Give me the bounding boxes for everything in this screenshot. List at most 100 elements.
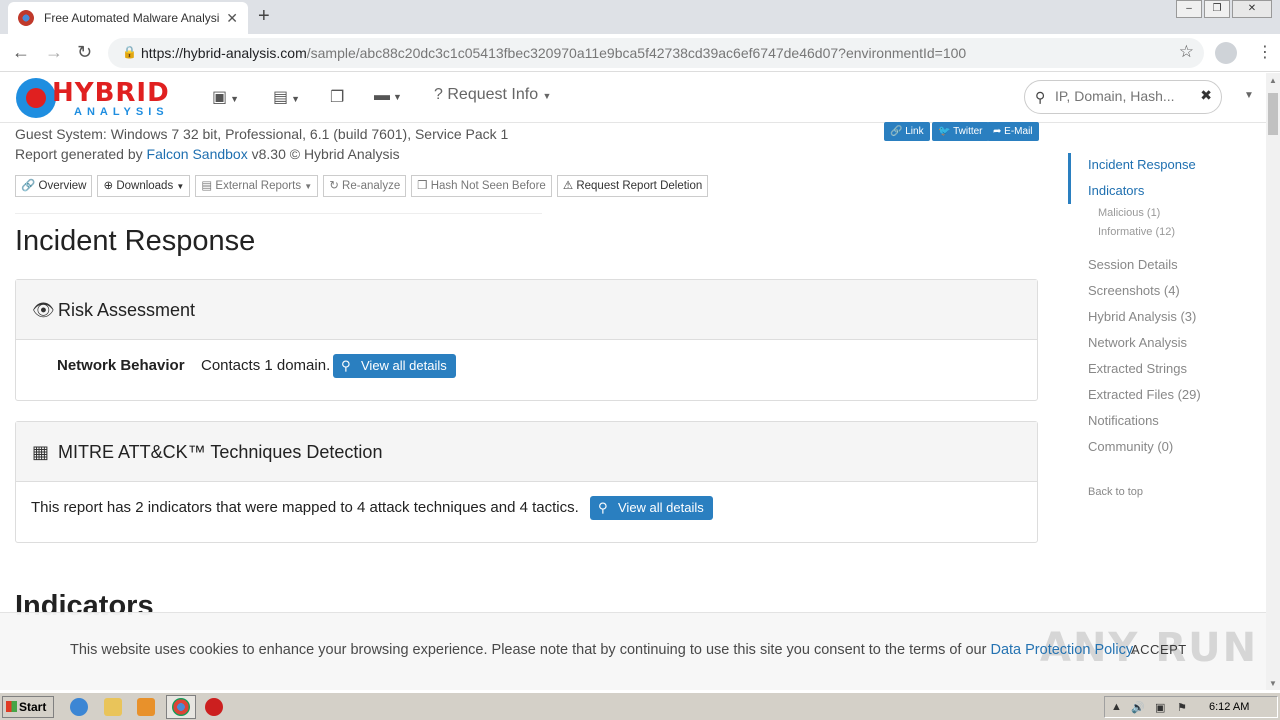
downloads-button[interactable]: ⊕ Downloads ▼ xyxy=(97,175,191,197)
view-details-label: View all details xyxy=(361,358,447,373)
copy-files-icon[interactable]: ❐ xyxy=(330,87,344,107)
network-behavior-text: Contacts 1 domain. xyxy=(201,357,331,374)
address-bar[interactable]: 🔒 https://hybrid-analysis.com/sample/abc… xyxy=(108,38,1204,68)
file-explorer-icon[interactable] xyxy=(104,698,122,716)
cube-menu-icon[interactable]: ▣ ▼ xyxy=(212,87,239,107)
report-generated-info: Report generated by Falcon Sandbox v8.30… xyxy=(15,146,400,162)
start-button[interactable]: Start xyxy=(2,696,54,718)
clock[interactable]: 6:12 AM xyxy=(1209,701,1249,713)
reanalyze-button[interactable]: ↻ Re-analyze xyxy=(323,175,407,197)
external-reports-label: External Reports xyxy=(215,180,302,192)
search-icon: ⚲ xyxy=(598,500,608,515)
cookie-text: This website uses cookies to enhance you… xyxy=(70,642,991,658)
toc-screenshots[interactable]: Screenshots (4) xyxy=(1088,283,1180,298)
system-tray: ▲ 🔊 ▣ ⚑ 6:12 AM xyxy=(1104,696,1278,718)
browser-tab[interactable]: Free Automated Malware Analysis S ✕ xyxy=(8,2,248,34)
minimize-button[interactable]: – xyxy=(1176,0,1202,18)
mitre-attack-body: This report has 2 indicators that were m… xyxy=(16,482,1037,541)
share-link-button[interactable]: 🔗 Link xyxy=(884,122,930,141)
header-dropdown-caret-icon[interactable]: ▼ xyxy=(1244,90,1254,101)
close-window-button[interactable]: ✕ xyxy=(1232,0,1272,18)
folder-menu-icon[interactable]: ▬ ▼ xyxy=(374,87,402,105)
profile-avatar-icon[interactable] xyxy=(1215,42,1237,64)
report-icon: ▤ xyxy=(201,180,213,192)
request-info-label: Request Info xyxy=(447,86,539,103)
view-network-details-button[interactable]: ⚲ View all details xyxy=(333,354,456,378)
request-deletion-label: Request Report Deletion xyxy=(576,180,703,192)
scroll-down-arrow-icon[interactable]: ▼ xyxy=(1269,679,1277,688)
page-scrollbar[interactable]: ▲ ▼ xyxy=(1266,73,1280,690)
toc-incident-response[interactable]: Incident Response xyxy=(1088,157,1196,172)
report-actions: 🔗 Overview ⊕ Downloads ▼ ▤ External Repo… xyxy=(15,175,709,197)
toc-network-analysis[interactable]: Network Analysis xyxy=(1088,335,1187,350)
hash-not-seen-button[interactable]: ❐ Hash Not Seen Before xyxy=(411,175,552,197)
cookie-message: This website uses cookies to enhance you… xyxy=(70,642,1136,658)
share-twitter-button[interactable]: 🐦 Twitter xyxy=(932,122,989,141)
forward-arrow-icon[interactable]: → xyxy=(45,42,63,63)
toc-back-to-top[interactable]: Back to top xyxy=(1088,486,1143,498)
volume-icon[interactable]: 🔊 xyxy=(1131,701,1145,714)
risk-assessment-header: 👁 Risk Assessment xyxy=(16,280,1037,340)
scrollbar-thumb[interactable] xyxy=(1268,93,1278,135)
incident-response-heading: Incident Response xyxy=(15,225,256,257)
toc-hybrid-analysis[interactable]: Hybrid Analysis (3) xyxy=(1088,309,1196,324)
back-arrow-icon[interactable]: ← xyxy=(12,42,30,63)
view-details-label: View all details xyxy=(618,500,704,515)
toc-community[interactable]: Community (0) xyxy=(1088,439,1173,454)
external-reports-button[interactable]: ▤ External Reports ▼ xyxy=(195,175,319,197)
flag-icon[interactable]: ⚑ xyxy=(1177,701,1187,714)
share-email-label: E-Mail xyxy=(1004,126,1033,137)
request-info-menu[interactable]: ? Request Info ▼ xyxy=(434,86,551,104)
toc-extracted-files[interactable]: Extracted Files (29) xyxy=(1088,387,1201,402)
network-behavior-label: Network Behavior xyxy=(57,357,185,374)
accept-cookies-button[interactable]: ACCEPT xyxy=(1118,637,1200,663)
view-mitre-details-button[interactable]: ⚲ View all details xyxy=(590,496,713,520)
request-deletion-button[interactable]: ⚠ Request Report Deletion xyxy=(556,175,709,197)
table-icon: ▦ xyxy=(32,442,50,462)
toc-indicators[interactable]: Indicators xyxy=(1088,183,1144,198)
window-controls: – ❐ ✕ xyxy=(1174,0,1272,18)
toc-active-indicator xyxy=(1068,153,1071,204)
toc-extracted-strings[interactable]: Extracted Strings xyxy=(1088,361,1187,376)
search-input[interactable] xyxy=(1055,88,1195,104)
data-protection-policy-link[interactable]: Data Protection Policy xyxy=(990,642,1132,658)
refresh-icon: ↻ xyxy=(329,180,339,192)
hybrid-analysis-logo[interactable]: HYBRID ANALYSIS xyxy=(16,76,182,120)
logo-text-top: HYBRID xyxy=(52,78,170,108)
overview-button[interactable]: 🔗 Overview xyxy=(15,175,93,197)
toc-malicious[interactable]: Malicious (1) xyxy=(1098,207,1160,219)
tab-title: Free Automated Malware Analysis S xyxy=(44,11,219,25)
toc-informative[interactable]: Informative (12) xyxy=(1098,226,1175,238)
generated-suffix: v8.30 © Hybrid Analysis xyxy=(247,146,400,162)
question-circle-icon: ? xyxy=(434,86,443,103)
search-icon: ⚲ xyxy=(341,358,351,373)
mitre-attack-title: MITRE ATT&CK™ Techniques Detection xyxy=(58,442,383,462)
lock-icon: 🔒 xyxy=(122,45,137,59)
guest-system-info: Guest System: Windows 7 32 bit, Professi… xyxy=(15,126,509,142)
mitre-attack-panel: ▦ MITRE ATT&CK™ Techniques Detection Thi… xyxy=(15,421,1038,543)
clear-search-icon[interactable]: ✖ xyxy=(1200,87,1212,104)
share-link-label: Link xyxy=(905,126,924,137)
hash-not-seen-label: Hash Not Seen Before xyxy=(430,180,546,192)
toc-notifications[interactable]: Notifications xyxy=(1088,413,1159,428)
falcon-sandbox-link[interactable]: Falcon Sandbox xyxy=(147,146,248,162)
share-email-button[interactable]: ➦ E-Mail xyxy=(987,122,1039,141)
reload-icon[interactable]: ↻ xyxy=(77,42,92,63)
browser-tab-strip: Free Automated Malware Analysis S ✕ + – … xyxy=(0,0,1280,34)
network-icon[interactable]: ▣ xyxy=(1155,701,1165,714)
tray-expand-icon[interactable]: ▲ xyxy=(1111,701,1122,713)
media-player-icon[interactable] xyxy=(137,698,155,716)
new-tab-icon[interactable]: + xyxy=(258,5,270,28)
risk-assessment-panel: 👁 Risk Assessment Network Behavior Conta… xyxy=(15,279,1038,401)
security-alert-icon[interactable] xyxy=(205,698,223,716)
file-upload-menu-icon[interactable]: ▤ ▼ xyxy=(273,87,300,107)
internet-explorer-icon[interactable] xyxy=(70,698,88,716)
scroll-up-arrow-icon[interactable]: ▲ xyxy=(1269,76,1277,85)
browser-menu-icon[interactable]: ⋮ xyxy=(1257,42,1273,62)
bookmark-star-icon[interactable]: ☆ xyxy=(1179,42,1194,62)
risk-assessment-title: Risk Assessment xyxy=(58,300,196,320)
tab-close-icon[interactable]: ✕ xyxy=(226,10,238,27)
restore-button[interactable]: ❐ xyxy=(1204,0,1230,18)
chrome-icon xyxy=(172,698,190,716)
toc-session-details[interactable]: Session Details xyxy=(1088,257,1178,272)
